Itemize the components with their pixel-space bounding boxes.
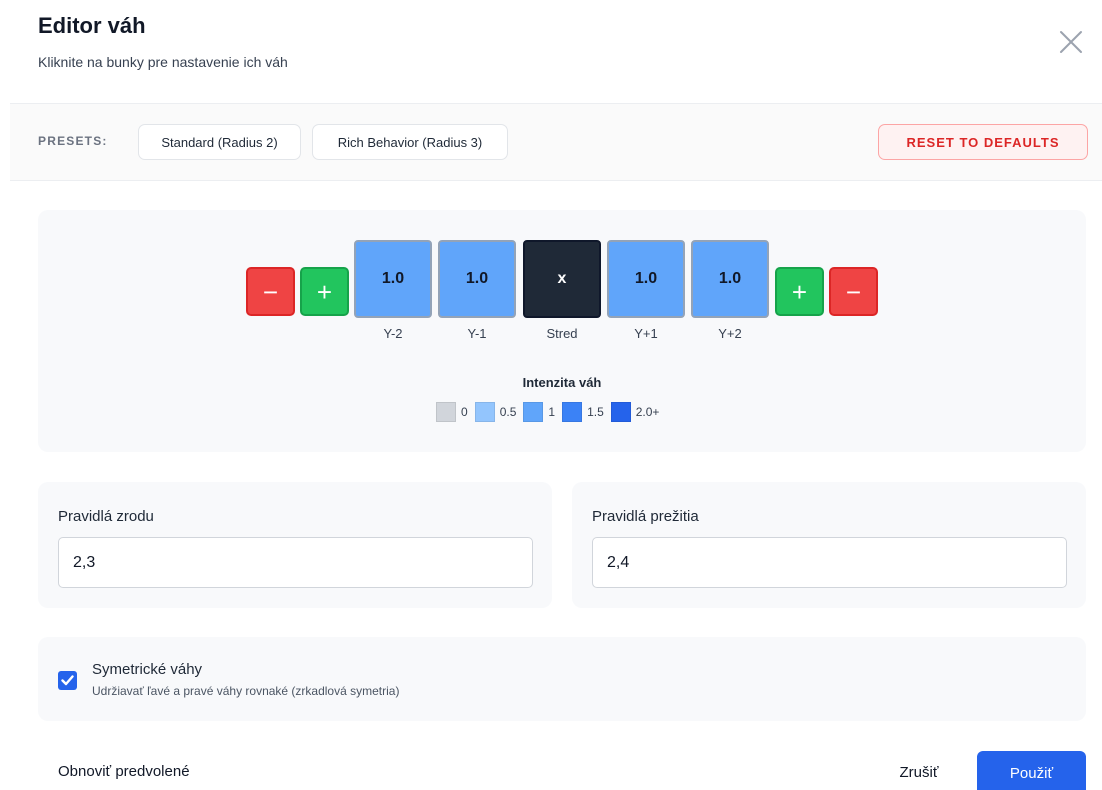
weight-cell-label: Y-1 — [467, 326, 487, 341]
legend-label: 1 — [548, 405, 556, 419]
weight-cell-label: Y+2 — [718, 326, 742, 341]
weights-panel: − + 1.0 Y-2 1.0 Y-1 x Stred 1.0 Y+1 1.0 … — [38, 210, 1086, 452]
restore-defaults-button[interactable]: Obnoviť predvolené — [38, 752, 210, 790]
birth-rules-input[interactable] — [58, 537, 533, 588]
weight-cell-label: Y-2 — [383, 326, 403, 341]
dialog-header: Editor váh Kliknite na bunky pre nastave… — [38, 12, 288, 70]
weight-legend: 0 0.5 1 1.5 2.0+ — [436, 402, 666, 422]
reset-to-defaults-button[interactable]: RESET TO DEFAULTS — [878, 124, 1088, 160]
legend-label: 0 — [461, 405, 468, 419]
cancel-button[interactable]: Zrušiť — [884, 752, 954, 790]
presets-bar: PRESETS: Standard (Radius 2) Rich Behavi… — [10, 103, 1102, 181]
weight-editor-dialog: Editor váh Kliknite na bunky pre nastave… — [0, 0, 1102, 790]
legend-item: 0.5 — [474, 402, 517, 422]
legend-title: Intenzita váh — [522, 375, 602, 390]
weight-cell-column: 1.0 Y+2 — [691, 240, 769, 341]
legend-item: 1 — [523, 402, 555, 422]
weight-cell-column: 1.0 Y-2 — [354, 240, 432, 341]
legend-swatch — [523, 402, 544, 422]
symmetry-checkbox[interactable] — [58, 671, 77, 690]
legend-swatch — [436, 402, 456, 422]
add-right-column-button[interactable]: + — [775, 267, 824, 316]
legend-item: 0 — [436, 402, 468, 422]
weight-cell[interactable]: 1.0 — [354, 240, 432, 318]
center-cell: x — [523, 240, 601, 318]
birth-rules-label: Pravidlá zrodu — [58, 508, 154, 525]
legend-swatch — [610, 402, 631, 422]
weight-cell[interactable]: 1.0 — [438, 240, 516, 318]
symmetry-card: Symetrické váhy Udržiavať ľavé a pravé v… — [38, 637, 1086, 721]
survival-rules-input[interactable] — [592, 537, 1067, 588]
checkmark-icon — [61, 675, 74, 686]
symmetry-title: Symetrické váhy — [92, 661, 203, 678]
legend-label: 1.5 — [587, 405, 604, 419]
legend-item: 1.5 — [562, 402, 604, 422]
legend-swatch — [562, 402, 583, 422]
presets-label: PRESETS: — [38, 134, 108, 148]
weight-cell-label: Stred — [546, 326, 578, 341]
weight-cell[interactable]: 1.0 — [607, 240, 685, 318]
dialog-subtitle: Kliknite na bunky pre nastavenie ich váh — [38, 54, 288, 70]
weight-cell-label: Y+1 — [634, 326, 658, 341]
weight-cell-column: 1.0 Y+1 — [607, 240, 685, 341]
close-button[interactable] — [1057, 28, 1085, 56]
apply-button[interactable]: Použiť — [977, 751, 1086, 790]
add-left-column-button[interactable]: + — [300, 267, 349, 316]
dialog-title: Editor váh — [38, 13, 146, 38]
legend-item: 2.0+ — [610, 402, 660, 422]
birth-rules-card: Pravidlá zrodu — [38, 482, 552, 608]
remove-left-column-button[interactable]: − — [246, 267, 295, 316]
symmetry-description: Udržiavať ľavé a pravé váhy rovnaké (zrk… — [92, 684, 400, 698]
weight-cell[interactable]: 1.0 — [691, 240, 769, 318]
legend-label: 0.5 — [499, 405, 517, 419]
preset-standard-button[interactable]: Standard (Radius 2) — [138, 124, 301, 160]
survival-rules-card: Pravidlá prežitia — [572, 482, 1086, 608]
weight-cell-column: 1.0 Y-1 — [438, 240, 516, 341]
remove-right-column-button[interactable]: − — [829, 267, 878, 316]
survival-rules-label: Pravidlá prežitia — [592, 508, 699, 525]
legend-label: 2.0+ — [635, 405, 660, 419]
center-cell-column: x Stred — [523, 240, 601, 341]
close-icon — [1060, 31, 1082, 53]
legend-swatch — [474, 402, 495, 422]
preset-rich-behavior-button[interactable]: Rich Behavior (Radius 3) — [312, 124, 508, 160]
